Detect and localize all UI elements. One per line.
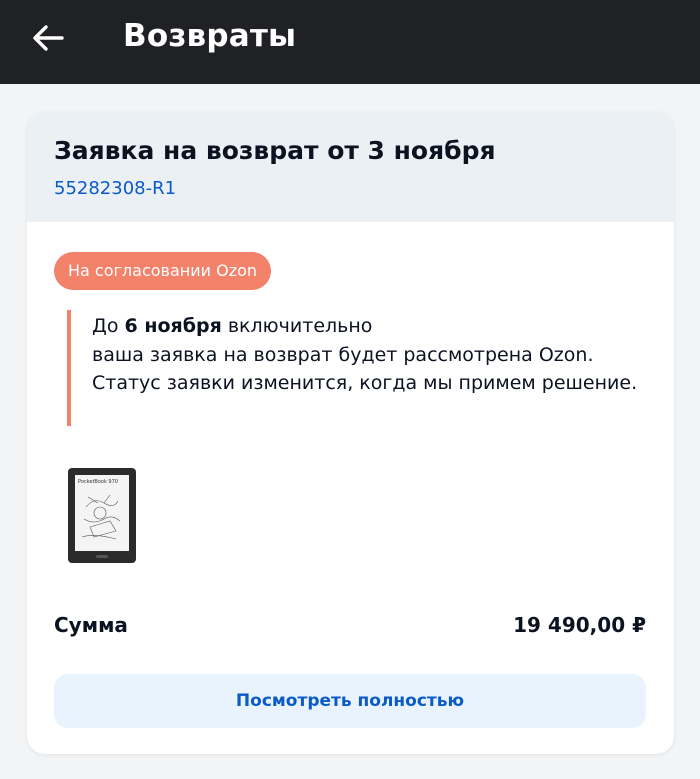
return-request-card: Заявка на возврат от 3 ноября 55282308-R… — [27, 112, 674, 754]
card-header: Заявка на возврат от 3 ноября 55282308-R… — [27, 112, 674, 222]
info-callout: До 6 ноября включительно ваша заявка на … — [67, 310, 661, 426]
page-title: Возвраты — [123, 18, 297, 54]
thumbnail-brand-text: PocketBook 970 — [78, 479, 118, 485]
return-request-title: Заявка на возврат от 3 ноября — [54, 136, 496, 165]
order-id-link[interactable]: 55282308-R1 — [54, 178, 176, 199]
info-deadline: 6 ноября — [124, 315, 222, 337]
sum-value: 19 490,00 ₽ — [513, 613, 646, 637]
ebook-reader-image: PocketBook 970 — [68, 468, 136, 563]
sum-label: Сумма — [54, 613, 128, 637]
top-app-bar: Возвраты — [0, 0, 700, 84]
product-thumbnail[interactable]: PocketBook 970 — [66, 467, 138, 564]
back-button[interactable] — [26, 20, 70, 56]
arrow-left-icon — [33, 25, 64, 51]
status-badge: На согласовании Ozon — [54, 252, 272, 290]
info-text: До 6 ноября включительно ваша заявка на … — [92, 312, 662, 398]
info-prefix: До — [92, 315, 119, 337]
view-full-button[interactable]: Посмотреть полностью — [54, 674, 646, 728]
info-rest: ваша заявка на возврат будет рассмотрена… — [92, 343, 638, 395]
info-line1-suffix: включительно — [227, 315, 373, 337]
